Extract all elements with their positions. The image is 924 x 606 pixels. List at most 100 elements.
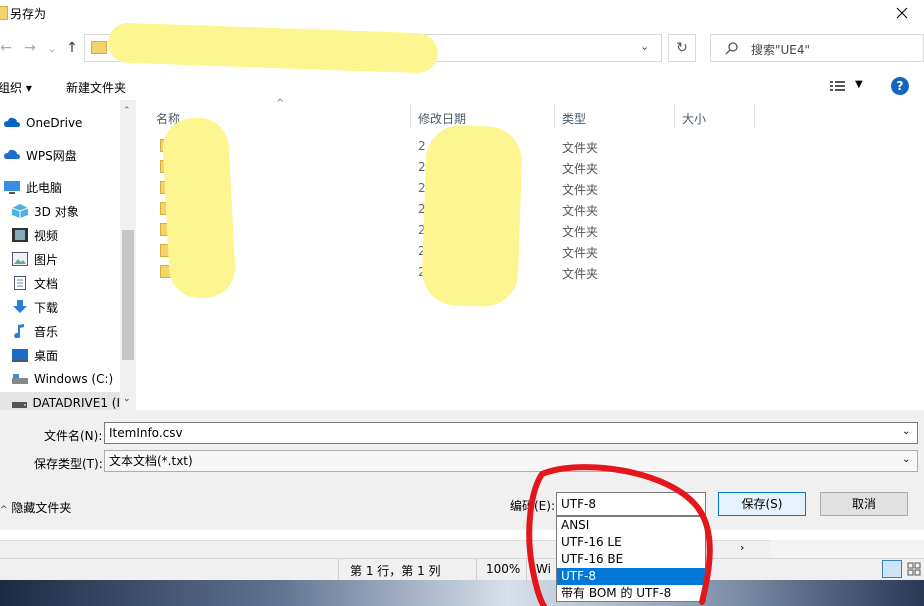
sidebar-item-label: 图片: [34, 252, 59, 267]
filetype-select[interactable]: 文本文档(*.txt): [104, 450, 918, 472]
sidebar-item-documents[interactable]: 文档: [12, 272, 58, 294]
video-icon: [12, 228, 28, 242]
sidebar-item-drive-c[interactable]: Windows (C:): [12, 368, 113, 390]
sidebar-item-label: DATADRIVE1 (I: [32, 396, 121, 410]
sidebar-item-label: OneDrive: [26, 116, 83, 130]
scroll-down-icon[interactable]: ⌄: [123, 394, 131, 404]
column-size-header[interactable]: 大小: [682, 110, 706, 127]
sidebar-item-downloads[interactable]: 下载: [12, 296, 58, 318]
file-type: 文件夹: [562, 225, 599, 239]
sidebar-item-label: WPS网盘: [26, 148, 77, 163]
search-icon: [725, 42, 738, 55]
search-input[interactable]: 搜索"UE4": [710, 34, 924, 62]
scroll-right-icon[interactable]: ›: [740, 541, 744, 554]
cube-icon: [12, 204, 28, 218]
view-caret-icon[interactable]: ▼: [855, 79, 863, 90]
help-button[interactable]: ?: [891, 77, 909, 95]
close-button[interactable]: [880, 0, 924, 26]
close-icon: [896, 7, 908, 19]
download-icon: [13, 300, 27, 313]
folder-icon: [91, 41, 107, 54]
chevron-up-icon: ^: [0, 505, 8, 515]
list-item[interactable]: 2 文件夹: [136, 241, 924, 262]
sidebar-item-label: 此电脑: [26, 180, 63, 195]
sidebar-item-label: 3D 对象: [34, 204, 79, 219]
drive-icon: [12, 374, 28, 384]
details-view-icon[interactable]: [882, 560, 902, 578]
column-separator[interactable]: [410, 104, 411, 128]
list-item[interactable]: 2 文件夹: [136, 136, 924, 157]
view-options-icon[interactable]: [830, 80, 846, 92]
sidebar-item-label: 文档: [34, 276, 59, 291]
navigation-pane: OneDrive WPS网盘 此电脑 3D 对象 视频 图片 文档 下载 音乐 …: [0, 100, 136, 414]
document-icon: [14, 276, 26, 290]
status-separator: [476, 559, 477, 581]
sidebar-item-label: 视频: [34, 228, 59, 243]
sidebar-item-onedrive[interactable]: OneDrive: [4, 112, 82, 134]
filetype-label: 保存类型(T):: [34, 457, 103, 471]
column-separator[interactable]: [674, 104, 675, 128]
scroll-up-icon[interactable]: ⌃: [123, 106, 131, 116]
hide-folders-label: 隐藏文件夹: [11, 501, 72, 515]
sidebar-item-desktop[interactable]: 桌面: [12, 344, 58, 366]
file-type: 文件夹: [562, 162, 599, 176]
sidebar-item-wps[interactable]: WPS网盘: [4, 144, 77, 166]
file-type: 文件夹: [562, 267, 599, 281]
music-icon: [14, 324, 24, 338]
title-bar: [0, 0, 924, 26]
sidebar-item-label: Windows (C:): [34, 372, 114, 386]
hide-folders-toggle[interactable]: ^ 隐藏文件夹: [0, 499, 71, 516]
sort-indicator-icon: ^: [276, 98, 285, 109]
list-item[interactable]: 2 文件夹: [136, 178, 924, 199]
sidebar-item-videos[interactable]: 视频: [12, 224, 58, 246]
column-separator[interactable]: [754, 104, 755, 128]
cursor-position: 第 1 行，第 1 列: [350, 564, 441, 578]
navigation-scrollbar-thumb[interactable]: [122, 230, 134, 360]
address-dropdown-button[interactable]: ⌄: [640, 40, 649, 53]
list-item[interactable]: 2 文件夹: [136, 199, 924, 220]
sidebar-item-label: 音乐: [34, 324, 59, 339]
refresh-button[interactable]: ↻: [668, 34, 696, 62]
chevron-down-icon[interactable]: ⌄: [902, 426, 910, 437]
back-button[interactable]: ←: [0, 38, 16, 58]
recent-locations-button[interactable]: ⌄: [42, 38, 62, 58]
picture-icon: [12, 252, 28, 266]
editor-text-area[interactable]: [0, 530, 924, 540]
file-type: 文件夹: [562, 183, 599, 197]
file-type: 文件夹: [562, 204, 599, 218]
list-item[interactable]: 2 文件夹: [136, 157, 924, 178]
file-type: 文件夹: [562, 246, 599, 260]
cancel-button[interactable]: 取消: [820, 492, 908, 516]
desktop-icon: [12, 349, 28, 362]
sidebar-item-label: 下载: [34, 300, 59, 315]
window-title: 另存为: [10, 7, 47, 21]
file-list-header: 名称 ^ 修改日期 类型 大小: [136, 98, 924, 128]
file-date: 2: [418, 139, 426, 153]
sidebar-item-music[interactable]: 音乐: [12, 320, 58, 342]
filename-input[interactable]: ItemInfo.csv: [104, 422, 918, 444]
chevron-down-icon[interactable]: ⌄: [902, 454, 910, 465]
list-item[interactable]: 2( 文件夹: [136, 262, 924, 283]
redaction-scribble: [420, 124, 524, 308]
sidebar-item-3d-objects[interactable]: 3D 对象: [12, 200, 79, 222]
status-separator: [338, 559, 339, 581]
forward-button[interactable]: →: [20, 38, 40, 58]
filename-label: 文件名(N):: [44, 429, 103, 443]
drive-icon: [12, 402, 27, 408]
thumbnails-view-icon[interactable]: [906, 560, 922, 578]
column-separator[interactable]: [554, 104, 555, 128]
zoom-level: 100%: [486, 562, 521, 576]
redaction-scribble: [107, 22, 439, 74]
organize-menu[interactable]: 组织 ▾: [0, 79, 32, 96]
up-button[interactable]: ↑: [62, 38, 82, 58]
redaction-scribble: [161, 116, 237, 300]
column-type-header[interactable]: 类型: [562, 110, 586, 127]
new-folder-button[interactable]: 新建文件夹: [66, 79, 126, 96]
save-button[interactable]: 保存(S): [718, 492, 806, 516]
desktop-wallpaper: [0, 580, 924, 606]
list-item[interactable]: 2 文件夹: [136, 220, 924, 241]
cloud-icon: [4, 117, 20, 127]
sidebar-item-this-pc[interactable]: 此电脑: [4, 176, 62, 198]
sidebar-item-pictures[interactable]: 图片: [12, 248, 58, 270]
column-date-header[interactable]: 修改日期: [418, 110, 466, 127]
